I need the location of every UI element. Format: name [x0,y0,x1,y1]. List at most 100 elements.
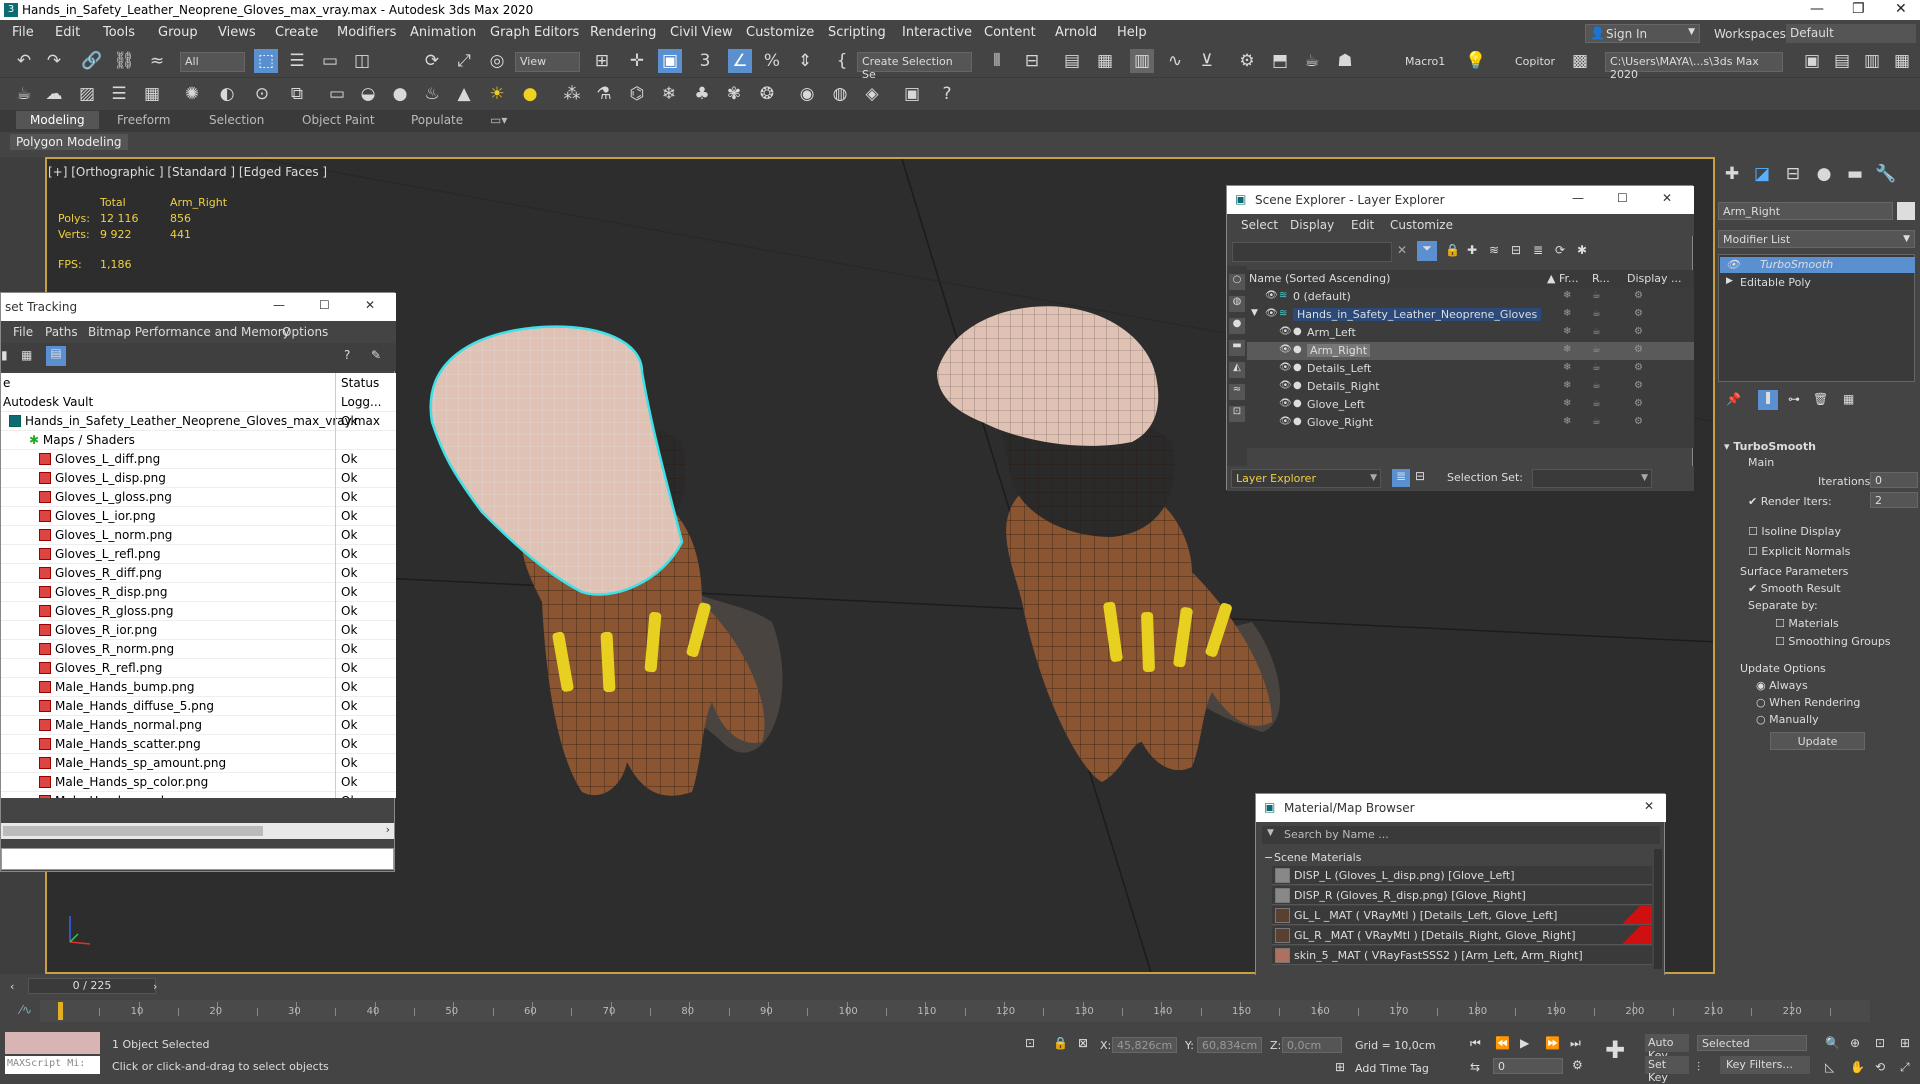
modify-tab-icon[interactable]: ◪ [1750,162,1774,186]
asset-row[interactable]: Male_Hands_sp_gloss.png Ok [1,792,396,798]
shading-icon[interactable]: ◈ [860,82,884,106]
table-view-icon[interactable]: ▤ [46,346,66,366]
render-production-icon[interactable]: ☗ [1333,49,1357,73]
selection-lock-icon[interactable]: 🔒 [1053,1036,1068,1050]
lightbulb-icon[interactable]: 💡 [1464,49,1488,73]
search-options-icon[interactable]: ▼ [1267,828,1274,838]
always-radio[interactable]: ◉ Always [1756,679,1808,692]
vray-icon[interactable]: ⧉ [285,82,309,106]
show-end-result-icon[interactable]: ❚ [1758,390,1778,410]
next-key-icon[interactable]: ⏩ [1545,1036,1560,1050]
z-coordinate-field[interactable]: 0,0cm [1282,1037,1342,1053]
stack-item-turbosmooth[interactable]: 👁 TurboSmooth [1720,257,1915,273]
hierarchy-icon[interactable]: ⊟ [1511,243,1521,257]
scrollbar-thumb[interactable] [3,826,263,836]
column-name[interactable]: Name (Sorted Ascending) [1249,272,1390,285]
render-icon[interactable]: ☕ [1592,290,1601,301]
displacement-icon[interactable]: ⌬ [625,82,649,106]
column-name[interactable]: e [3,376,10,390]
menu-animation[interactable]: Animation [410,25,476,40]
column-freeze[interactable]: Fr... [1559,272,1579,285]
viewport-layout4-icon[interactable]: ▦ [1890,49,1914,73]
set-key-big-icon[interactable]: ✚ [1605,1036,1625,1064]
menu-rendering[interactable]: Rendering [590,25,656,40]
sphere-icon[interactable]: ● [388,82,412,106]
scroll-right-icon[interactable]: › [386,823,390,836]
render-icon[interactable]: ☕ [1592,380,1601,391]
asset-row[interactable]: Male_Hands_diffuse_5.png Ok [1,697,396,716]
asset-path-field[interactable] [1,848,394,870]
menu-civil-view[interactable]: Civil View [670,25,733,40]
filter-icon[interactable]: ⏷ [1417,241,1437,261]
display-mode-icon[interactable]: ⚙ [1634,308,1643,319]
asset-row[interactable]: Gloves_R_disp.png Ok [1,583,396,602]
link-icon[interactable]: 🔗 [80,49,104,73]
ribbon-toggle-icon[interactable]: ▥ [1130,49,1154,73]
environment-icon[interactable]: ❄ [657,82,681,106]
render-icon[interactable]: ☕ [1592,398,1601,409]
menu-interactive[interactable]: Interactive [902,25,972,40]
asset-row[interactable]: Gloves_R_gloss.png Ok [1,602,396,621]
project-folder-icon[interactable]: ▩ [1568,49,1592,73]
freeze-icon[interactable]: ❄ [1563,326,1571,337]
schematic-view-icon[interactable]: ⊻ [1195,49,1219,73]
snaps-toggle-icon[interactable]: 3 [693,49,717,73]
plant-icon[interactable]: ♣ [690,82,714,106]
stack-icon[interactable]: ≣ [1533,243,1543,257]
x-coordinate-field[interactable]: 45,826cm [1112,1037,1177,1053]
asset-row[interactable]: Gloves_R_diff.png Ok [1,564,396,583]
scene-tree-item[interactable]: ▼ 👁 ≋ Hands_in_Safety_Leather_Neoprene_Glov… [1247,306,1694,324]
selection-set-dropdown[interactable]: ▼ [1532,469,1652,488]
asset-row[interactable]: Gloves_L_disp.png Ok [1,469,396,488]
material-item[interactable]: GL_L _MAT ( VRayMtl ) [Details_Left, Glo… [1272,906,1652,925]
cloud-icon[interactable]: ☁ [42,82,66,106]
add-time-tag[interactable]: Add Time Tag [1355,1062,1429,1075]
tab-selection[interactable]: Selection [209,113,264,127]
current-frame-field[interactable]: 0 [1493,1058,1563,1074]
menu-select[interactable]: Select [1241,218,1278,232]
explorer-type-dropdown[interactable]: Layer Explorer ▼ [1231,469,1381,488]
display-helpers-icon[interactable]: ◭ [1229,362,1245,378]
render-sphere-icon[interactable]: ◉ [795,82,819,106]
proxy-icon[interactable]: ⚗ [592,82,616,106]
menu-customize[interactable]: Customize [1390,218,1453,232]
maximize-viewport-icon[interactable]: ⤢ [1900,1060,1910,1075]
grid-view-icon[interactable]: ▦ [21,348,32,362]
utilities-tab-icon[interactable]: 🔧 [1874,162,1898,186]
layers-icon[interactable]: ≋ [1489,243,1499,257]
help-icon[interactable]: ? [344,348,350,362]
object-color-swatch[interactable] [1897,202,1915,220]
viewport-layout-icon[interactable]: ▣ [1800,49,1824,73]
help-icon[interactable]: ? [935,82,959,106]
asset-row[interactable]: Male_Hands_normal.png Ok [1,716,396,735]
render-icon[interactable]: ☕ [1592,326,1601,337]
frame-buffer-icon[interactable]: ▣ [900,82,924,106]
modifier-list-dropdown[interactable]: Modifier List ▼ [1718,230,1915,248]
menu-file[interactable]: File [13,325,33,339]
display-mode-icon[interactable]: ⚙ [1634,290,1643,301]
redo-icon[interactable]: ↷ [42,49,66,73]
layer-explorer-icon[interactable]: ▦ [1093,49,1117,73]
teapot2-icon[interactable]: ♨ [420,82,444,106]
iterations-spinner[interactable]: 0 [1870,472,1918,488]
asset-row[interactable]: Gloves_R_refl.png Ok [1,659,396,678]
menu-tools[interactable]: Tools [103,25,135,40]
named-selection-dropdown[interactable]: Create Selection Se [857,52,972,81]
select-scale-icon[interactable]: ⤢ [452,49,476,73]
track-bar[interactable]: 10 20 30 40 50 60 70 80 90 100 110 120 130 140 150 160 1… [40,1000,1870,1022]
tab-freeform[interactable]: Freeform [117,113,170,127]
minimize-button[interactable]: — [1572,191,1584,205]
display-mode-icon[interactable]: ⚙ [1634,326,1643,337]
curve-editor-icon[interactable]: ∿ [1163,49,1187,73]
macro-label[interactable]: Macro1 [1405,55,1445,68]
next-frame-icon[interactable]: › [153,980,157,993]
menu-help[interactable]: Help [1117,25,1147,40]
key-mode-icon[interactable]: ⫶ [1697,1060,1700,1075]
explicit-normals-checkbox[interactable]: ☐ Explicit Normals [1748,545,1850,558]
menu-bitmap-performance[interactable]: Bitmap Performance and Memory [88,325,290,339]
asset-row[interactable]: Male_Hands_sp_amount.png Ok [1,754,396,773]
minimize-button[interactable]: — [1810,1,1824,17]
asset-row[interactable]: Hands_in_Safety_Leather_Neoprene_Gloves_… [1,412,396,431]
freeze-icon[interactable]: ❄ [1563,308,1571,319]
teapot-icon[interactable]: ☕ [12,82,36,106]
